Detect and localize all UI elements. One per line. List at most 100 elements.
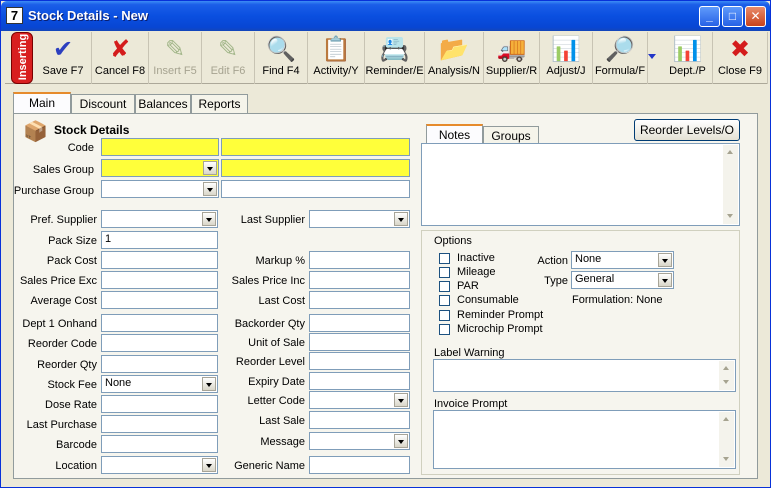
inserting-status-tag: Inserting [11, 32, 33, 84]
reminder-prompt-checkbox[interactable] [439, 310, 450, 321]
mileage-checkbox[interactable] [439, 267, 450, 278]
scroll-up-icon[interactable] [723, 145, 738, 160]
formula-dropdown-arrow-icon[interactable] [648, 54, 656, 59]
unit-of-sale-input[interactable] [309, 333, 410, 351]
chevron-down-icon[interactable] [394, 434, 408, 448]
toolbar-button-label: Dept./P [669, 65, 706, 77]
last-sale-label: Last Sale [259, 415, 305, 427]
invoice-prompt-textarea[interactable] [433, 410, 736, 469]
chevron-down-icon[interactable] [202, 377, 216, 391]
minimize-button[interactable]: _ [699, 6, 720, 27]
adjust-j-button[interactable]: 📊 Adjust/J [540, 32, 593, 84]
close-f9-button[interactable]: ✖ Close F9 [713, 32, 768, 84]
pack-size-label: Pack Size [48, 235, 97, 247]
chevron-down-icon[interactable] [202, 458, 216, 472]
chevron-down-icon[interactable] [394, 393, 408, 407]
inactive-checkbox[interactable] [439, 253, 450, 264]
toolbar-button-label: Supplier/R [485, 65, 538, 77]
type-combo[interactable]: General [571, 271, 674, 289]
scroll-down-icon[interactable] [723, 209, 738, 224]
pack-size-input[interactable]: 1 [101, 231, 218, 249]
code-description-input[interactable] [221, 138, 410, 156]
sales-price-exc-input[interactable] [101, 271, 218, 289]
edit-f6-button[interactable]: ✎ Edit F6 [202, 32, 255, 84]
barcode-input[interactable] [101, 435, 218, 453]
reminder-e-button[interactable]: 📇 Reminder/E [365, 32, 425, 84]
scroll-down-icon[interactable] [719, 452, 734, 467]
consumable-checkbox[interactable] [439, 295, 450, 306]
tab-discount[interactable]: Discount [71, 94, 135, 113]
dose-rate-input[interactable] [101, 395, 218, 413]
cancel-x-icon: ✘ [109, 36, 131, 63]
scroll-down-icon[interactable] [719, 375, 734, 390]
save-f7-button[interactable]: ✔ Save F7 [35, 32, 92, 84]
code-input[interactable] [101, 138, 219, 156]
sales-price-exc-label: Sales Price Exc [19, 275, 97, 287]
location-combo[interactable] [101, 456, 218, 474]
reorder-levels-button[interactable]: Reorder Levels/O [634, 119, 740, 141]
last-purchase-input[interactable] [101, 415, 218, 433]
find-f4-button[interactable]: 🔍 Find F4 [255, 32, 308, 84]
reorder-code-label: Reorder Code [27, 338, 97, 350]
activity-icon: 📋 [321, 36, 351, 63]
stock-fee-label: Stock Fee [47, 379, 97, 391]
purchase-group-description-input[interactable] [221, 180, 410, 198]
label-warning-textarea[interactable] [433, 359, 736, 392]
analysis-n-button[interactable]: 📂 Analysis/N [425, 32, 484, 84]
backorder-qty-label: Backorder Qty [234, 318, 305, 330]
pref-supplier-label: Pref. Supplier [30, 214, 97, 226]
letter-code-combo[interactable] [309, 391, 410, 409]
last-cost-input[interactable] [309, 291, 410, 309]
tab-reports[interactable]: Reports [191, 94, 248, 113]
notes-scrollbar[interactable] [723, 145, 738, 224]
tab-balances[interactable]: Balances [135, 94, 191, 113]
last-supplier-combo[interactable] [309, 210, 410, 228]
activity-y-button[interactable]: 📋 Activity/Y [308, 32, 365, 84]
reorder-code-input[interactable] [101, 334, 218, 352]
last-sale-input[interactable] [309, 411, 410, 429]
chevron-down-icon[interactable] [203, 161, 217, 175]
sales-group-description-input[interactable] [221, 159, 410, 177]
reorder-qty-input[interactable] [101, 355, 218, 373]
invoice-prompt-scrollbar[interactable] [719, 412, 734, 467]
backorder-qty-input[interactable] [309, 314, 410, 332]
markup-input[interactable] [309, 251, 410, 269]
stock-fee-combo[interactable]: None [101, 375, 218, 393]
consumable-checkbox-label: Consumable [457, 294, 519, 306]
par-checkbox[interactable] [439, 281, 450, 292]
chevron-down-icon[interactable] [658, 273, 672, 287]
label-warning-scrollbar[interactable] [719, 361, 734, 390]
generic-name-input[interactable] [309, 456, 410, 474]
close-window-button[interactable]: ✕ [745, 6, 766, 27]
cancel-f8-button[interactable]: ✘ Cancel F8 [92, 32, 149, 84]
title-bar[interactable]: 7 Stock Details - New _ □ ✕ [1, 1, 770, 31]
microchip-prompt-checkbox[interactable] [439, 324, 450, 335]
action-combo[interactable]: None [571, 251, 674, 269]
dept-p-button[interactable]: 📊 Dept./P [663, 32, 713, 84]
chevron-down-icon[interactable] [394, 212, 408, 226]
sales-group-combo[interactable] [101, 159, 219, 177]
chevron-down-icon[interactable] [202, 212, 216, 226]
purchase-group-combo[interactable] [101, 180, 219, 198]
scroll-up-icon[interactable] [719, 412, 734, 427]
sales-price-inc-input[interactable] [309, 271, 410, 289]
scroll-up-icon[interactable] [719, 361, 734, 376]
pref-supplier-combo[interactable] [101, 210, 218, 228]
expiry-date-input[interactable] [309, 372, 410, 390]
chevron-down-icon[interactable] [203, 182, 217, 196]
barcode-label: Barcode [56, 439, 97, 451]
formula-f-button[interactable]: 🔎 Formula/F [593, 32, 648, 84]
dept-1-onhand-input[interactable] [101, 314, 218, 332]
supplier-r-button[interactable]: 🚚 Supplier/R [484, 32, 540, 84]
chevron-down-icon[interactable] [658, 253, 672, 267]
toolbar-button-label: Activity/Y [313, 65, 359, 77]
average-cost-input[interactable] [101, 291, 218, 309]
message-combo[interactable] [309, 432, 410, 450]
reorder-level-input[interactable] [309, 352, 410, 370]
notes-textarea[interactable] [421, 143, 740, 226]
insert-f5-button[interactable]: ✎ Insert F5 [149, 32, 202, 84]
pack-cost-input[interactable] [101, 251, 218, 269]
last-cost-label: Last Cost [258, 295, 305, 307]
maximize-button[interactable]: □ [722, 6, 743, 27]
tab-main[interactable]: Main [13, 92, 71, 114]
